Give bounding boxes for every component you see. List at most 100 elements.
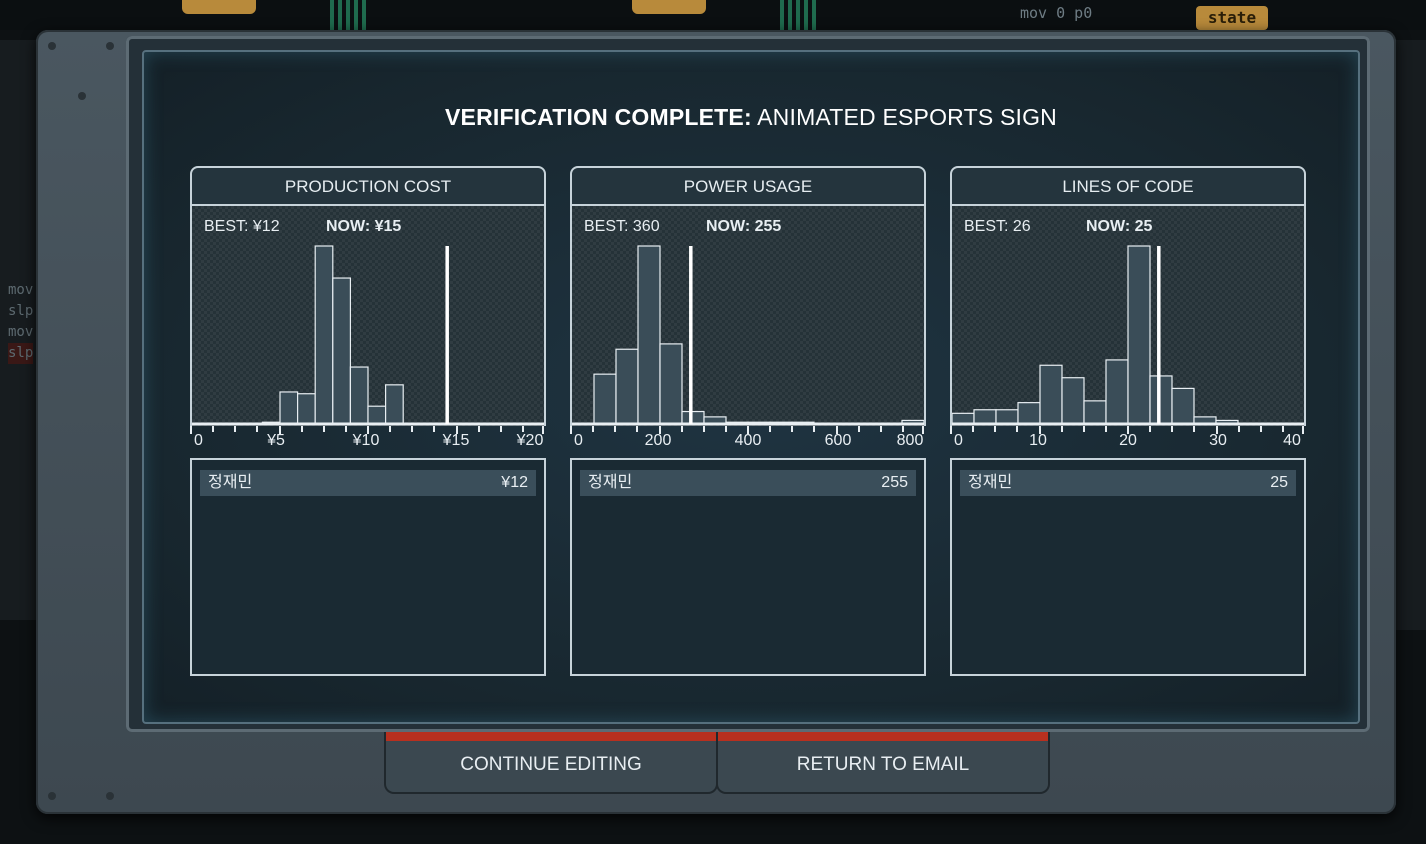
- axis-tick: [256, 426, 259, 432]
- axis-tick: [592, 426, 595, 432]
- player-name: 정재민: [588, 474, 633, 491]
- axis-tick: [835, 426, 838, 434]
- tick-label: 40: [1283, 432, 1301, 449]
- player-score: 255: [881, 474, 908, 491]
- axis-tick: [879, 426, 882, 432]
- axis-tick: [994, 426, 997, 432]
- player-name: 정재민: [968, 474, 1013, 491]
- tick-label: 0: [954, 432, 963, 449]
- axis-tick: [950, 426, 952, 434]
- player-score: 25: [1270, 474, 1288, 491]
- leaderboard-lines-of-code[interactable]: 정재민 25: [950, 458, 1306, 676]
- axis-tick: [1127, 426, 1129, 434]
- axis-tick: [922, 426, 924, 434]
- player-score: ¥12: [501, 474, 528, 491]
- axis-tick: [769, 426, 772, 432]
- bg-bus: [780, 0, 820, 30]
- axis-tick: [433, 426, 436, 432]
- axis-tick-labels: 0 200 400 600 800: [570, 426, 926, 456]
- histogram-bar: [279, 391, 299, 425]
- histogram-bar: [349, 366, 369, 425]
- histogram-bar: [1061, 377, 1085, 425]
- histogram-svg: [192, 245, 544, 426]
- leaderboard-row[interactable]: 정재민 255: [580, 470, 916, 496]
- bg-code-token: mov: [8, 282, 34, 298]
- histogram-bar: [367, 405, 387, 425]
- leaderboard-row[interactable]: 정재민 25: [960, 470, 1296, 496]
- axis-tick: [367, 426, 369, 434]
- leaderboard-power-usage[interactable]: 정재민 255: [570, 458, 926, 676]
- histogram-bar: [637, 245, 661, 425]
- histogram-bar: [593, 373, 617, 425]
- histogram-bar: [296, 393, 316, 425]
- tick-label: 600: [824, 432, 852, 449]
- return-to-email-button[interactable]: RETURN TO EMAIL: [716, 732, 1050, 794]
- histogram-bar: [995, 409, 1019, 425]
- axis-tick: [1281, 426, 1284, 432]
- tick-label: 0: [194, 432, 203, 449]
- axis-tick: [1171, 426, 1174, 432]
- axis-tick: [901, 426, 904, 432]
- best-now-row: BEST: 26 NOW: 25: [964, 218, 1152, 236]
- axis-tick-labels: 0 ¥5 ¥10 ¥15 ¥20: [190, 426, 546, 456]
- best-now-row: BEST: ¥12 NOW: ¥15: [204, 218, 401, 236]
- bg-code-line: mov 0 p0: [1020, 4, 1093, 22]
- tick-label: ¥15: [442, 432, 470, 449]
- tick-label: ¥5: [267, 432, 285, 449]
- tick-label: ¥10: [352, 432, 380, 449]
- bg-chip: [632, 0, 706, 14]
- bg-state-label: state: [1196, 6, 1268, 30]
- axis-tick: [570, 426, 572, 434]
- rivet: [48, 42, 56, 50]
- tick-label: 20: [1119, 432, 1137, 449]
- axis-tick: [190, 426, 192, 434]
- rivet: [78, 92, 86, 100]
- axis-tick: [212, 426, 215, 432]
- best-now-row: BEST: 360 NOW: 255: [584, 218, 781, 236]
- tick-label: 0: [574, 432, 583, 449]
- now-label: NOW: 255: [706, 218, 782, 235]
- tick-label: 30: [1209, 432, 1227, 449]
- histogram-lines-of-code: BEST: 26 NOW: 25: [950, 206, 1306, 426]
- title-bold: VERIFICATION COMPLETE:: [445, 104, 752, 130]
- axis-tick: [455, 426, 458, 434]
- histogram-bar: [615, 348, 639, 425]
- axis-tick: [521, 426, 524, 432]
- panel-production-cost: PRODUCTION COST BEST: ¥12 NOW: ¥15 0 ¥5 …: [190, 166, 546, 676]
- tick-label: 400: [734, 432, 762, 449]
- background-right-panel: [1396, 40, 1426, 630]
- histogram-bar: [314, 245, 334, 425]
- axis-tick: [389, 426, 392, 432]
- axis-tick: [680, 426, 683, 432]
- axis-tick: [857, 426, 860, 432]
- bg-code-token: slp: [8, 343, 34, 364]
- axis-tick: [322, 426, 325, 432]
- axis-tick: [1215, 426, 1218, 434]
- histogram-production-cost: BEST: ¥12 NOW: ¥15: [190, 206, 546, 426]
- axis-tick: [614, 426, 617, 432]
- axis-tick-labels: 0 10 20 30 40: [950, 426, 1306, 456]
- best-label: BEST: 26: [964, 218, 1031, 235]
- axis-tick: [278, 426, 281, 434]
- axis-tick: [747, 426, 749, 434]
- axis-tick: [300, 426, 303, 432]
- histogram-bar: [1105, 359, 1129, 425]
- bg-bus: [330, 0, 370, 30]
- axis-tick: [499, 426, 502, 432]
- histogram-bar: [1039, 364, 1063, 425]
- axis-tick: [1237, 426, 1240, 432]
- tick-label: 200: [644, 432, 672, 449]
- histogram-bar: [385, 384, 404, 425]
- histogram-svg: [572, 245, 925, 426]
- bg-code-token: mov: [8, 324, 34, 340]
- leaderboard-row[interactable]: 정재민 ¥12: [200, 470, 536, 496]
- histogram-power-usage: BEST: 360 NOW: 255: [570, 206, 926, 426]
- continue-editing-button[interactable]: CONTINUE EDITING: [384, 732, 718, 794]
- leaderboard-production-cost[interactable]: 정재민 ¥12: [190, 458, 546, 676]
- bg-chip: [182, 0, 256, 14]
- rivet: [106, 42, 114, 50]
- dialog-inner: VERIFICATION COMPLETE: ANIMATED ESPORTS …: [126, 36, 1370, 732]
- histogram-svg: [951, 245, 1304, 426]
- now-label: NOW: 25: [1086, 218, 1153, 235]
- histogram-bar: [973, 409, 997, 425]
